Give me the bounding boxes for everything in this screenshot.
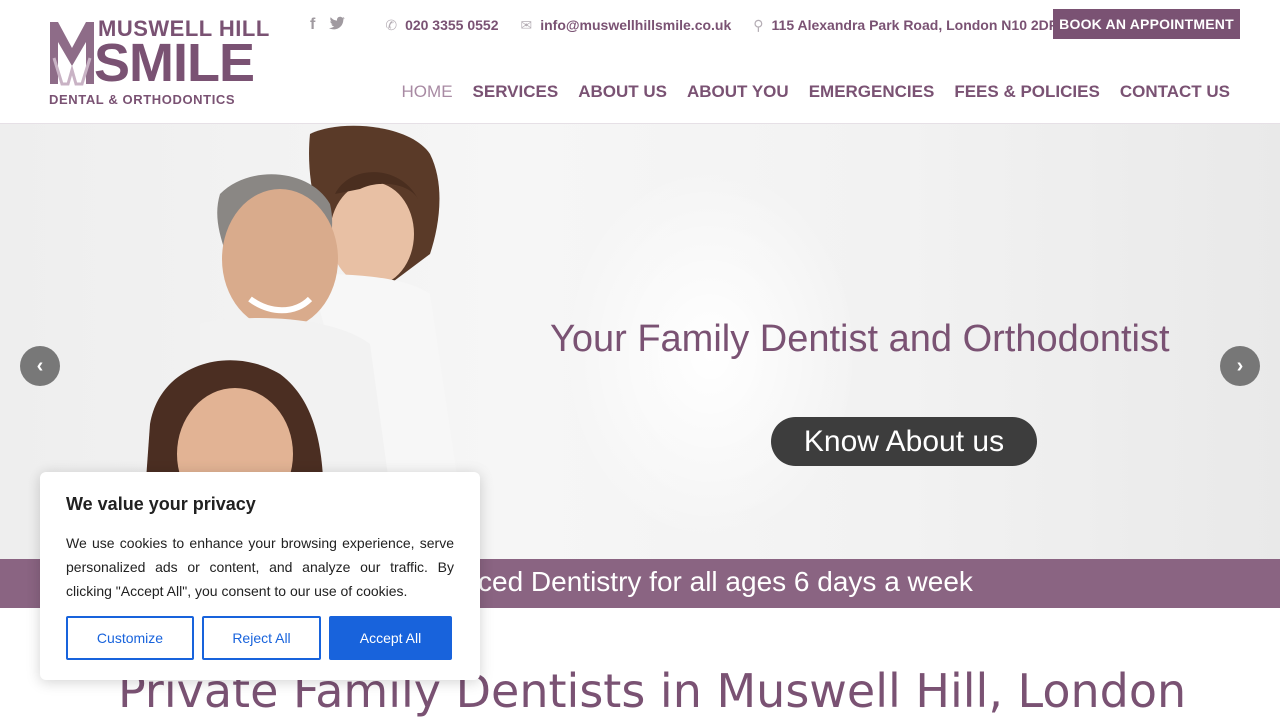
book-appointment-button[interactable]: BOOK AN APPOINTMENT [1053,9,1240,39]
facebook-icon[interactable]: f [310,16,315,35]
phone-icon: ✆ [385,16,398,33]
accept-all-button[interactable]: Accept All [329,616,452,660]
site-logo[interactable]: MUSWELL HILL SMILE DENTAL & ORTHODONTICS [48,14,269,110]
twitter-icon[interactable] [329,16,346,35]
nav-item-emergencies[interactable]: EMERGENCIES [809,82,935,102]
social-links: f [310,16,346,35]
know-about-us-button[interactable]: Know About us [771,417,1037,466]
address-contact[interactable]: ⚲ 115 Alexandra Park Road, London N10 2D… [753,17,1058,34]
logo-text-main: SMILE [94,33,255,93]
cookie-title: We value your privacy [66,494,256,514]
envelope-icon: ✉ [520,16,533,33]
email-contact[interactable]: ✉ info@muswellhillsmile.co.uk [521,17,732,34]
address-text: 115 Alexandra Park Road, London N10 2DP [771,17,1059,33]
reject-all-button[interactable]: Reject All [202,616,321,660]
nav-item-fees-policies[interactable]: FEES & POLICIES [954,82,1099,102]
phone-contact[interactable]: ✆ 020 3355 0552 [385,17,498,34]
cookie-text: We use cookies to enhance your browsing … [66,535,454,599]
nav-item-home[interactable]: HOME [402,82,453,102]
top-contact-bar: f ✆ 020 3355 0552 ✉ info@muswellhillsmil… [310,14,1080,36]
nav-item-about-us[interactable]: ABOUT US [578,82,667,102]
slider-prev-arrow-icon[interactable]: ‹ [20,346,60,386]
main-nav: HOME SERVICES ABOUT US ABOUT YOU EMERGEN… [402,82,1230,102]
logo-text-sub: DENTAL & ORTHODONTICS [49,92,236,107]
email-address: info@muswellhillsmile.co.uk [540,17,732,33]
cookie-consent-dialog: We value your privacy We use cookies to … [40,472,480,680]
logo-mark-icon [50,22,94,86]
hero-title: Your Family Dentist and Orthodontist [550,318,1170,360]
cookie-button-row: Customize Reject All Accept All [66,616,452,660]
site-header: MUSWELL HILL SMILE DENTAL & ORTHODONTICS… [0,0,1280,124]
nav-item-services[interactable]: SERVICES [473,82,559,102]
map-pin-icon: ⚲ [753,16,764,33]
nav-item-contact-us[interactable]: CONTACT US [1120,82,1230,102]
slider-next-arrow-icon[interactable]: › [1220,346,1260,386]
customize-button[interactable]: Customize [66,616,194,660]
hero-ribbon-text: ced Dentistry for all ages 6 days a week [478,566,973,597]
phone-number: 020 3355 0552 [405,17,499,33]
nav-item-about-you[interactable]: ABOUT YOU [687,82,789,102]
